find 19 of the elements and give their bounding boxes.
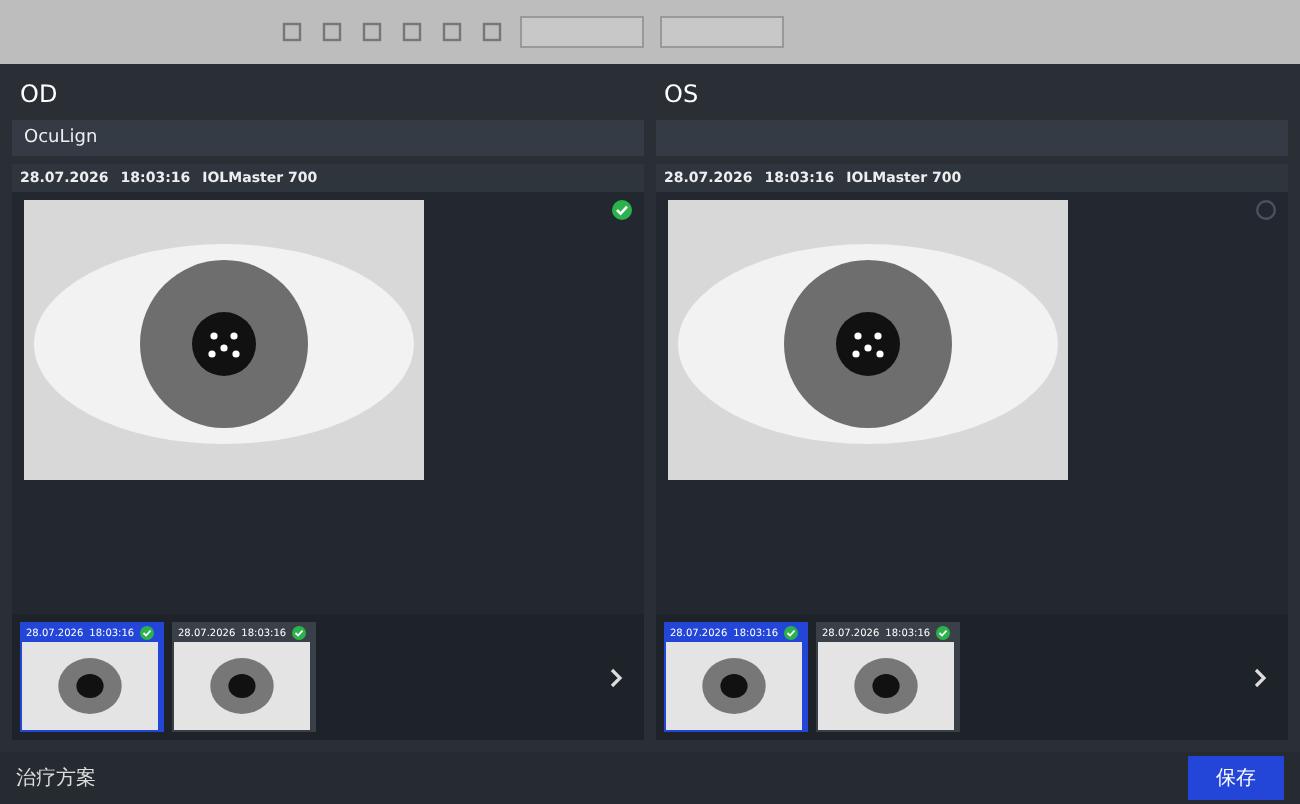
save-button[interactable]: 保存 bbox=[1188, 756, 1284, 800]
toolbar-icon[interactable] bbox=[320, 20, 344, 44]
eye-label: OD bbox=[18, 78, 60, 112]
eye-photo-drawing bbox=[22, 642, 158, 730]
toolbar-icon[interactable] bbox=[360, 20, 384, 44]
toolbar-icon[interactable] bbox=[440, 20, 464, 44]
toolbar-icon[interactable] bbox=[480, 20, 504, 44]
section-title: 治疗方案 bbox=[16, 765, 96, 792]
section-title: OcuLign bbox=[24, 128, 98, 148]
eye-photo-drawing bbox=[666, 642, 802, 730]
dropdown[interactable] bbox=[520, 16, 644, 48]
dropdown[interactable] bbox=[660, 16, 784, 48]
eye-label: OS bbox=[662, 78, 701, 112]
chevron-right-icon[interactable] bbox=[608, 667, 624, 687]
toolbar-icon[interactable] bbox=[280, 20, 304, 44]
chevron-right-icon[interactable] bbox=[1252, 667, 1268, 687]
eye-photo-drawing bbox=[174, 642, 310, 730]
eye-photo-drawing bbox=[818, 642, 954, 730]
toolbar-icon[interactable] bbox=[400, 20, 424, 44]
